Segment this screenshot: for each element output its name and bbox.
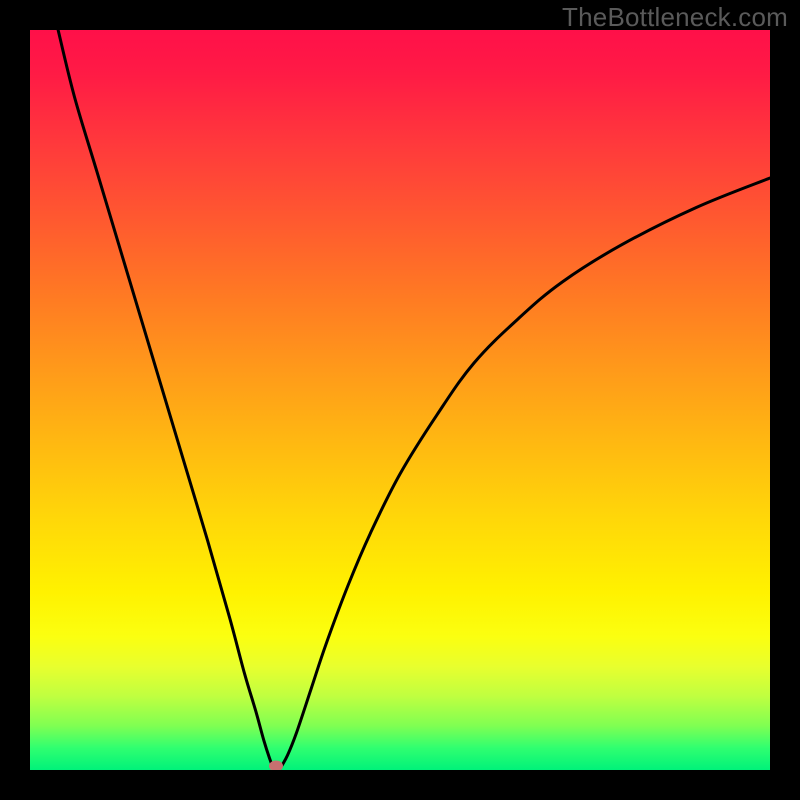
plot-area [30, 30, 770, 770]
minimum-marker [269, 760, 283, 770]
bottleneck-curve [30, 30, 770, 770]
chart-frame: TheBottleneck.com [0, 0, 800, 800]
watermark-text: TheBottleneck.com [562, 2, 788, 33]
